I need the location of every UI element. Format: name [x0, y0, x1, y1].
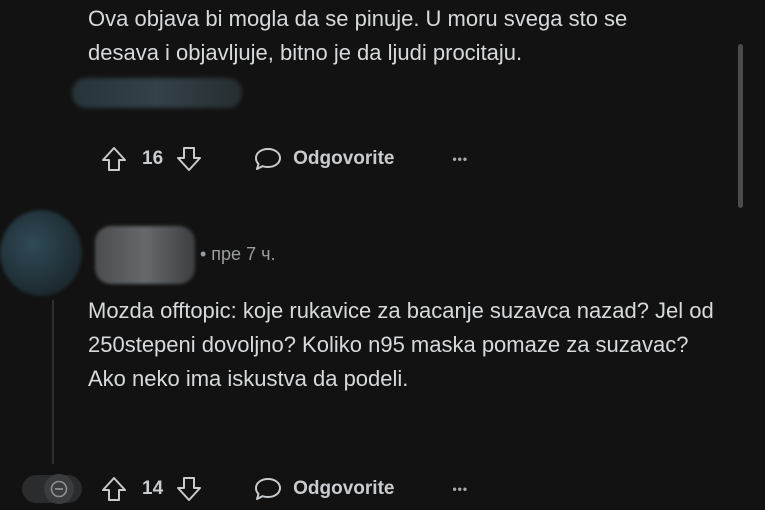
speech-bubble-icon: [253, 475, 283, 503]
downvote-icon[interactable]: [175, 145, 203, 173]
comment-1-reply-label: Odgovorite: [293, 148, 395, 169]
comment-2-reply-button[interactable]: Odgovorite: [253, 475, 394, 503]
minus-icon: [50, 480, 68, 498]
thread-line[interactable]: [52, 300, 54, 464]
downvote-icon[interactable]: [175, 475, 203, 503]
avatar[interactable]: [0, 210, 82, 296]
comment-2-timestamp: • пре 7 ч.: [200, 244, 276, 264]
comment-2-more-button[interactable]: •••: [452, 482, 468, 496]
comment-2-reply-label: Odgovorite: [293, 478, 395, 499]
comment-2-vote-count: 14: [142, 478, 164, 499]
comment-1-vote-count: 16: [142, 148, 164, 169]
upvote-icon[interactable]: [100, 145, 128, 173]
username-redacted[interactable]: [95, 226, 195, 284]
comment-1-reply-button[interactable]: Odgovorite: [253, 145, 394, 173]
speech-bubble-icon: [253, 145, 283, 173]
comment-1-actions: 16 Odgovorite •••: [100, 144, 468, 174]
collapse-thread-button[interactable]: [44, 474, 74, 504]
comment-1-redacted-blob: [72, 78, 242, 108]
upvote-icon[interactable]: [100, 475, 128, 503]
comment-2-body: Mozda offtopic: koje rukavice za bacanje…: [88, 298, 714, 391]
comment-2-actions: 14 Odgovorite •••: [100, 474, 468, 504]
comment-1-more-button[interactable]: •••: [452, 152, 468, 166]
scrollbar-thumb[interactable]: [738, 44, 743, 208]
comment-1-body: Ova objava bi mogla da se pinuje. U moru…: [88, 6, 628, 65]
